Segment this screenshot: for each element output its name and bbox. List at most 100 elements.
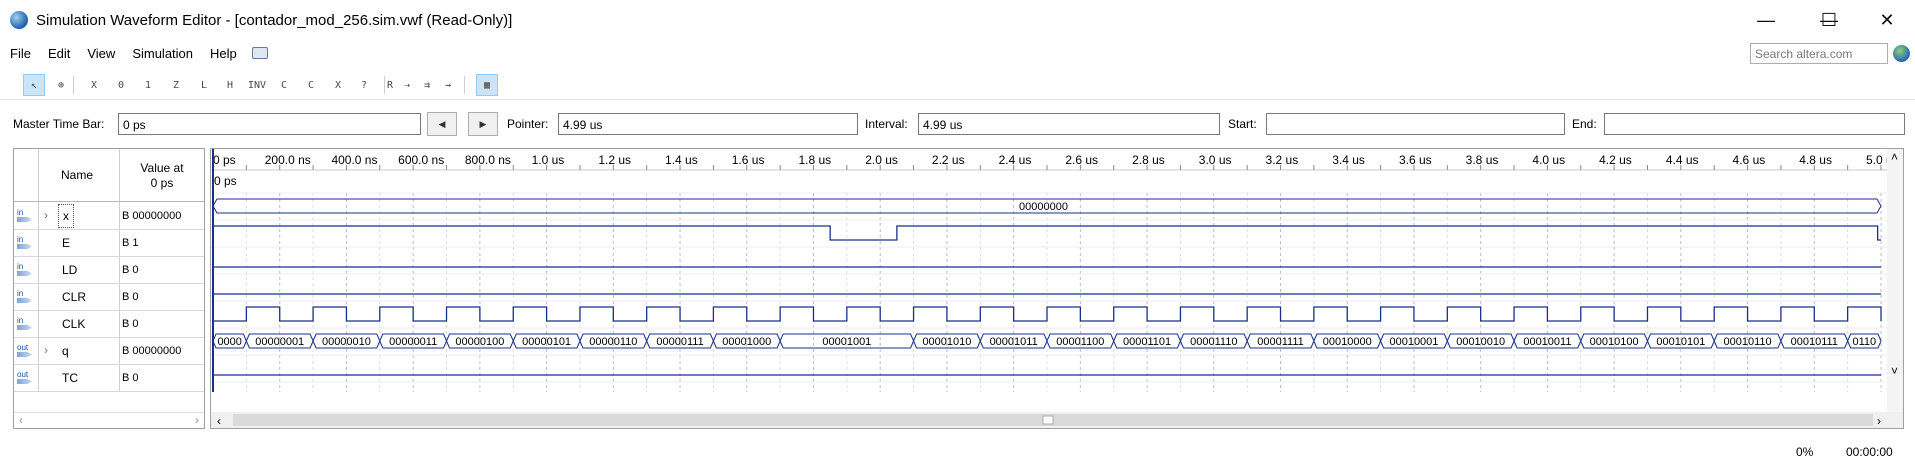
scroll-right-icon[interactable]: › xyxy=(1877,414,1881,428)
random-value-icon[interactable]: ? xyxy=(353,74,375,96)
value-column-header[interactable]: Value at 0 ps xyxy=(120,161,204,191)
forcing-low-icon[interactable]: 0 xyxy=(110,74,132,96)
signal-row[interactable]: in CLK B 0 xyxy=(14,311,204,338)
menu-file[interactable]: File xyxy=(3,46,38,61)
signal-name[interactable]: CLR xyxy=(62,290,86,304)
forcing-unknown-icon[interactable]: X xyxy=(83,74,105,96)
scroll-right-icon[interactable]: › xyxy=(195,413,199,427)
scroll-down-icon[interactable]: ˅ xyxy=(1891,364,1898,378)
q-bus-value-label: 00010101 xyxy=(1656,336,1705,348)
close-button[interactable]: ✕ xyxy=(1864,0,1910,40)
q-bus-value-label: 00010000 xyxy=(1323,336,1372,348)
weak-high-icon[interactable]: H xyxy=(219,74,241,96)
interval-field[interactable]: 4.99 us xyxy=(918,113,1220,135)
signal-name[interactable]: E xyxy=(62,236,70,250)
expand-chevron-icon[interactable]: › xyxy=(44,208,48,222)
scroll-left-icon[interactable]: ‹ xyxy=(19,413,23,427)
signal-row[interactable]: in › x B 00000000 xyxy=(14,203,204,230)
pin-direction-label: in xyxy=(17,316,24,325)
time-tick-label: 2.6 us xyxy=(1065,153,1098,167)
signal-name[interactable]: LD xyxy=(62,263,77,277)
toolbar-separator xyxy=(73,76,74,94)
q-bus-value-label: 00010010 xyxy=(1456,336,1505,348)
invert-icon[interactable]: INV xyxy=(246,74,268,96)
pin-direction-label: out xyxy=(17,343,29,352)
q-bus-value-label: 00010001 xyxy=(1389,336,1438,348)
toolbar-separator xyxy=(464,76,465,94)
menu-simulation[interactable]: Simulation xyxy=(125,46,200,61)
pin-direction-label: in xyxy=(17,262,24,271)
value-header-line2: 0 ps xyxy=(150,176,174,190)
signal-list-scrollbar[interactable]: ‹ › xyxy=(14,412,204,428)
signal-value: B 0 xyxy=(122,264,139,276)
q-bus-value-label: 00000101 xyxy=(522,336,571,348)
q-bus-value-label: 00001011 xyxy=(990,336,1038,348)
search-input[interactable]: Search altera.com xyxy=(1750,43,1888,64)
show-grid-icon[interactable]: ⇝ xyxy=(437,74,459,96)
end-field[interactable] xyxy=(1604,113,1905,135)
clk-waveform[interactable] xyxy=(213,306,1882,322)
input-pin-icon: in xyxy=(17,290,34,304)
next-transition-button[interactable]: ▶ xyxy=(468,112,498,136)
x-bus-value-label: 00000000 xyxy=(1019,201,1068,213)
time-tick-label: 3.6 us xyxy=(1399,153,1432,167)
master-time-bar-field[interactable]: 0 ps xyxy=(118,113,421,135)
q-bus-value-label: 00000111 xyxy=(656,336,703,348)
select-pointer-icon[interactable]: ↖ xyxy=(23,74,45,96)
arbitrary-value-icon[interactable]: X xyxy=(327,74,349,96)
time-tick-label: 1.6 us xyxy=(732,153,765,167)
signal-row[interactable]: out › q B 00000000 xyxy=(14,338,204,365)
weak-low-icon[interactable]: L xyxy=(193,74,215,96)
menu-edit[interactable]: Edit xyxy=(41,46,77,61)
time-tick-label: 1.4 us xyxy=(665,153,698,167)
grid-table-icon[interactable]: ▦ xyxy=(476,74,498,96)
q-bus-value-label: 00000001 xyxy=(255,336,304,348)
zoom-icon[interactable]: ⊕ xyxy=(50,74,72,96)
signal-row[interactable]: in CLR B 0 xyxy=(14,284,204,311)
count-value-icon[interactable]: C xyxy=(273,74,295,96)
expand-chevron-icon[interactable]: › xyxy=(44,343,48,357)
time-tick-label: 3.0 us xyxy=(1199,153,1232,167)
signal-row[interactable]: in LD B 0 xyxy=(14,257,204,284)
time-tick-label: 2.0 us xyxy=(865,153,898,167)
q-bus-value-label: 00001010 xyxy=(922,336,971,348)
waveform-canvas[interactable]: 0 ps 200.0 ns 400.0 ns 600.0 ns 800.0 ns 1.0 … xyxy=(211,149,1903,428)
pointer-field[interactable]: 4.99 us xyxy=(558,113,858,135)
time-tick-label: 2.4 us xyxy=(999,153,1032,167)
signal-name[interactable]: TC xyxy=(62,371,78,385)
signal-row[interactable]: in E B 1 xyxy=(14,230,204,257)
maximize-button[interactable]: ☐ xyxy=(1806,0,1852,40)
q-bus-value-label: 00010111 xyxy=(1791,336,1838,348)
scroll-grip[interactable] xyxy=(1042,415,1054,425)
signal-value: B 00000000 xyxy=(122,210,182,222)
menu-view[interactable]: View xyxy=(80,46,122,61)
scroll-left-icon[interactable]: ‹ xyxy=(217,414,221,428)
q-bus-value-label: 00010110 xyxy=(1723,336,1771,348)
end-label: End: xyxy=(1572,117,1597,131)
chat-help-icon[interactable] xyxy=(251,47,268,59)
signal-value: B 1 xyxy=(122,237,139,249)
minimize-button[interactable]: — xyxy=(1743,0,1789,40)
toolbar: ↖ ⊕ X 0 1 Z L H INV C C X? R ⇢ ⇉ ⇝ ▦ xyxy=(0,70,1915,100)
time-bar-row: Master Time Bar: 0 ps ◀ ▶ Pointer: 4.99 … xyxy=(0,110,1915,138)
forcing-high-icon[interactable]: 1 xyxy=(137,74,159,96)
name-column-header[interactable]: Name xyxy=(61,168,93,182)
signal-name[interactable]: CLK xyxy=(62,317,85,331)
high-impedance-icon[interactable]: Z xyxy=(165,74,187,96)
time-tick-label: 200.0 ns xyxy=(265,153,311,167)
arrange-icon[interactable]: ⇉ xyxy=(416,74,438,96)
signal-name[interactable]: q xyxy=(62,344,69,358)
q-bus-value-label: 0000 xyxy=(217,336,241,348)
menu-help[interactable]: Help xyxy=(203,46,244,61)
time-tick-label: 1.0 us xyxy=(532,153,565,167)
pin-direction-label: in xyxy=(17,235,24,244)
waveform-panel[interactable]: 0 ps 200.0 ns 400.0 ns 600.0 ns 800.0 ns 1.0 … xyxy=(210,148,1904,429)
clock-icon[interactable]: C xyxy=(300,74,322,96)
overwrite-icon[interactable]: ⇢ xyxy=(396,74,418,96)
signal-row[interactable]: out TC B 0 xyxy=(14,365,204,392)
globe-icon[interactable] xyxy=(1893,45,1910,62)
signal-name[interactable]: x xyxy=(58,204,74,228)
scroll-up-icon[interactable]: ˄ xyxy=(1891,150,1898,164)
start-field[interactable] xyxy=(1266,113,1565,135)
prev-transition-button[interactable]: ◀ xyxy=(427,112,457,136)
